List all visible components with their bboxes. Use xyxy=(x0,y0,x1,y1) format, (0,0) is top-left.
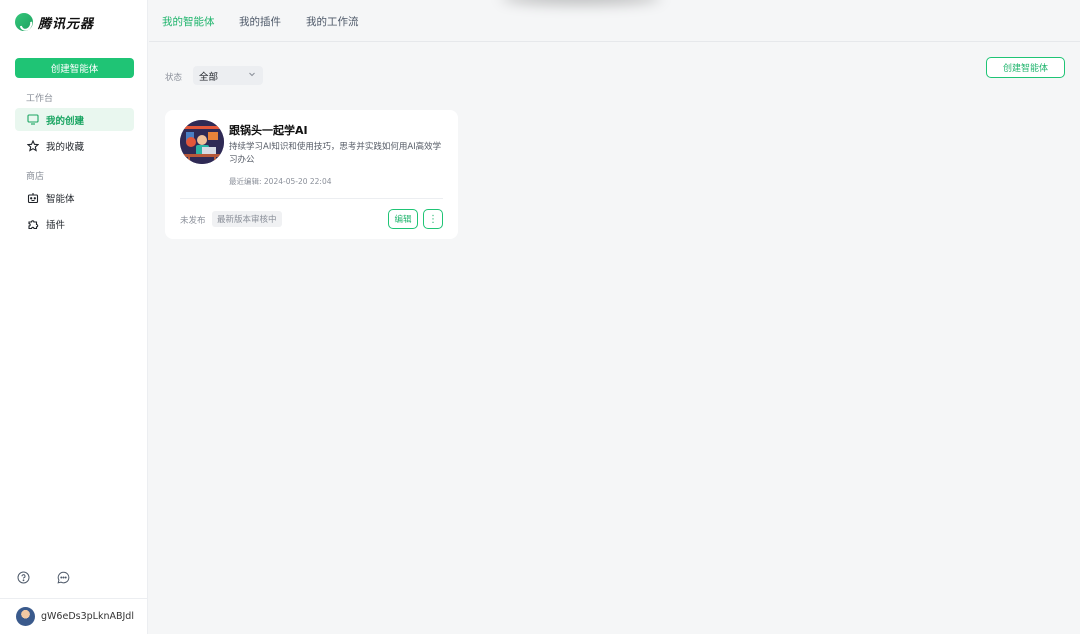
more-options-button[interactable]: ⋮ xyxy=(423,209,443,229)
logo-text: 腾讯元器 xyxy=(38,16,95,32)
sidebar-item-plugins[interactable]: 插件 xyxy=(15,212,134,235)
sidebar-item-my-creations[interactable]: 我的创建 xyxy=(15,108,134,131)
sidebar-item-label: 我的创建 xyxy=(46,115,85,127)
top-tab-bar: 我的智能体 我的插件 我的工作流 xyxy=(149,0,1080,42)
tab-my-agents[interactable]: 我的智能体 xyxy=(162,14,215,29)
avatar xyxy=(16,607,35,626)
main-create-agent-button[interactable]: 创建智能体 xyxy=(986,57,1065,78)
agent-avatar-image xyxy=(180,120,224,164)
robot-icon xyxy=(26,191,40,205)
star-icon xyxy=(26,139,40,153)
create-agent-button[interactable]: 创建智能体 xyxy=(15,58,134,78)
sidebar: 腾讯元器 创建智能体 工作台 我的创建 我的收藏 商店 智能体 插件 gW6eD… xyxy=(0,0,148,634)
agent-title: 跟锅头一起学AI xyxy=(229,124,308,137)
sidebar-item-label: 我的收藏 xyxy=(46,141,85,153)
monitor-icon xyxy=(26,113,40,127)
app-logo[interactable]: 腾讯元器 xyxy=(15,12,94,32)
group-label-store: 商店 xyxy=(26,172,45,182)
agent-last-edited: 最近编辑: 2024-05-20 22:04 xyxy=(229,177,332,186)
agent-card[interactable]: 跟锅头一起学AI 持续学习AI知识和使用技巧，思考并实践如何用AI高效学习办公 … xyxy=(165,110,458,239)
publish-status: 未发布 xyxy=(180,216,206,226)
edit-button[interactable]: 编辑 xyxy=(388,209,418,229)
sidebar-item-label: 插件 xyxy=(46,219,66,231)
card-divider xyxy=(180,198,443,199)
chevron-down-icon xyxy=(248,70,256,81)
sidebar-footer-icons xyxy=(16,570,70,584)
tab-my-plugins[interactable]: 我的插件 xyxy=(239,14,281,29)
chat-bubble-icon[interactable] xyxy=(56,570,70,584)
sidebar-item-my-favorites[interactable]: 我的收藏 xyxy=(15,134,134,157)
status-badge: 最新版本审核中 xyxy=(212,211,282,227)
status-filter-label: 状态 xyxy=(165,73,183,83)
puzzle-icon xyxy=(26,217,40,231)
agent-description: 持续学习AI知识和使用技巧，思考并实践如何用AI高效学习办公 xyxy=(229,142,442,165)
group-label-workspace: 工作台 xyxy=(26,94,54,104)
status-filter-value: 全部 xyxy=(199,71,219,83)
user-profile[interactable]: gW6eDs3pLknABJdl xyxy=(0,598,148,634)
status-filter-select[interactable]: 全部 xyxy=(193,66,263,85)
logo-icon xyxy=(15,13,33,31)
username: gW6eDs3pLknABJdl xyxy=(41,611,134,622)
sidebar-item-agents[interactable]: 智能体 xyxy=(15,186,134,209)
tab-my-workflows[interactable]: 我的工作流 xyxy=(306,14,359,29)
sidebar-item-label: 智能体 xyxy=(46,193,75,205)
help-circle-icon[interactable] xyxy=(16,570,30,584)
